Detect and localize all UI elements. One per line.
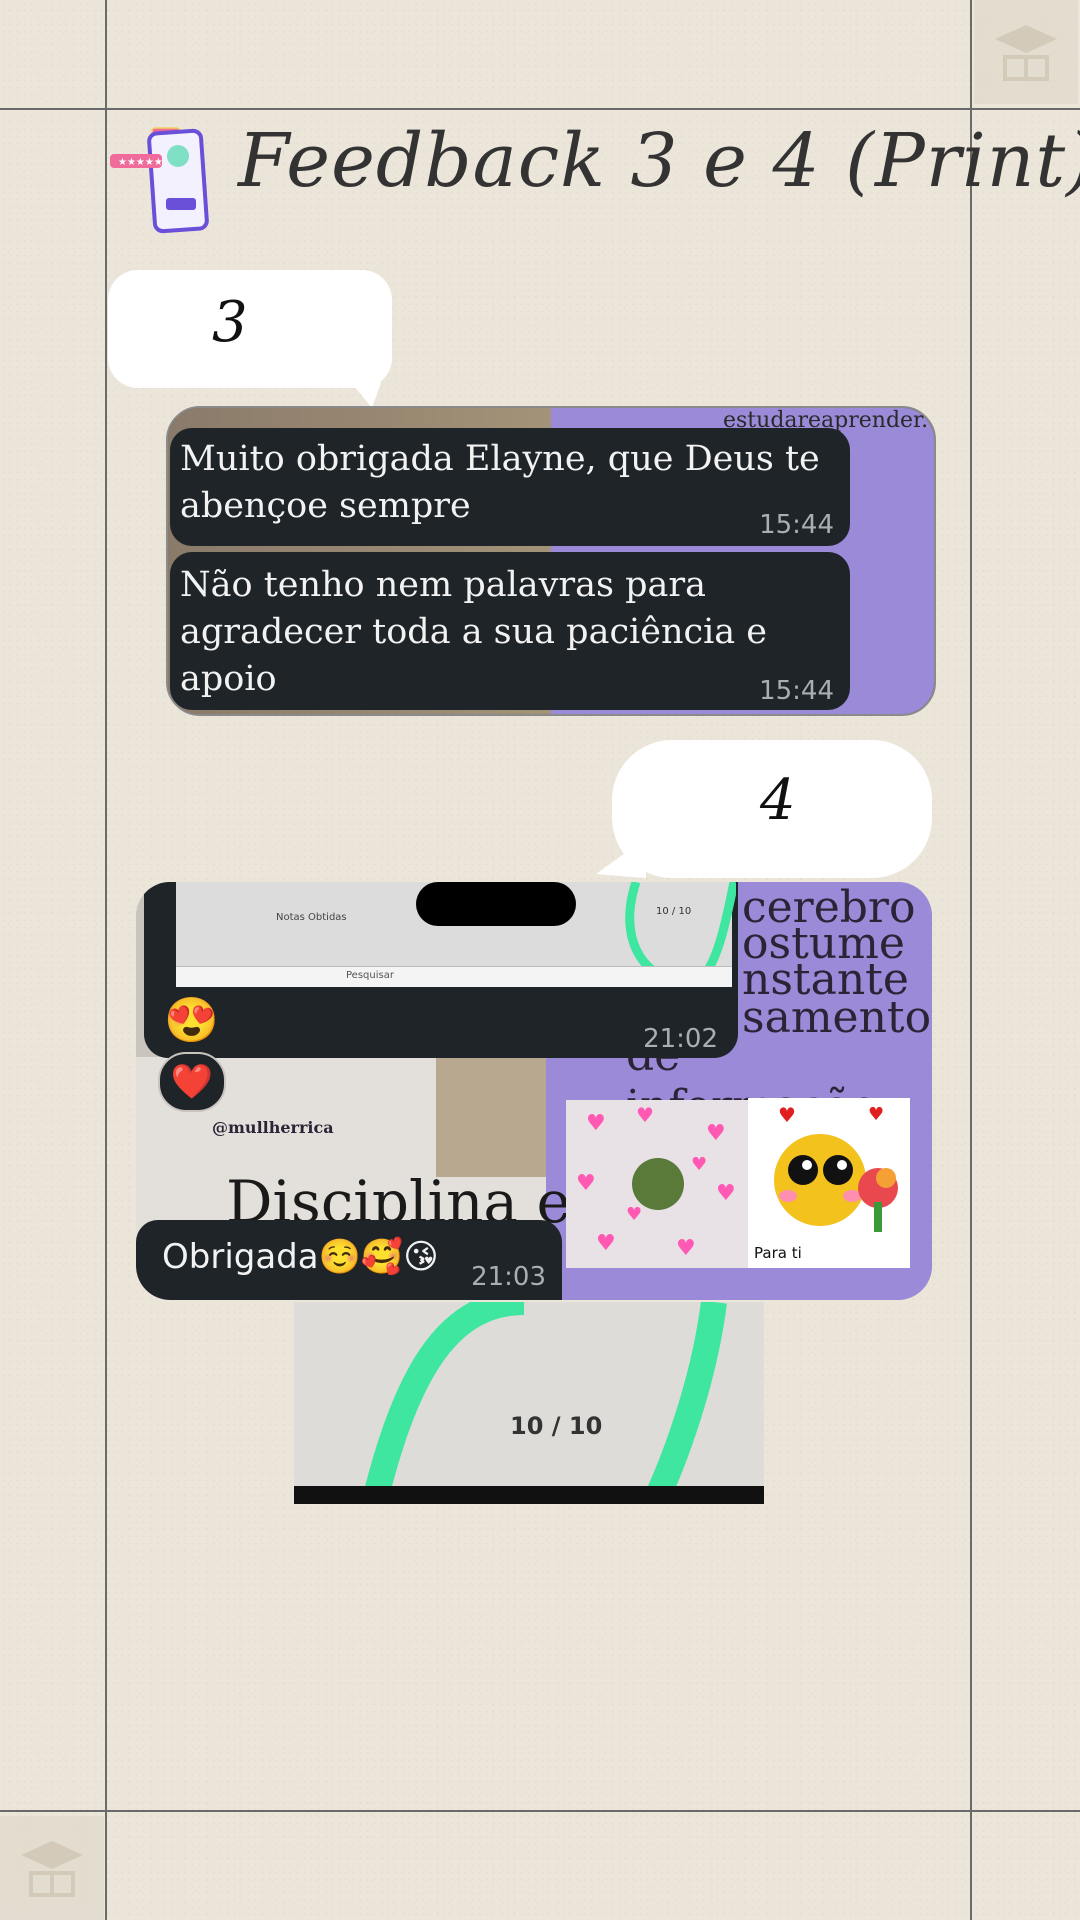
message-text-line2: abençoe sempre [180, 486, 471, 526]
svg-text:♥: ♥ [596, 1231, 616, 1256]
sticker-caption: Para ti [754, 1244, 802, 1262]
redaction-mark [416, 882, 576, 926]
collage-handle: @mullherrica [212, 1118, 334, 1137]
grid-line-left [105, 0, 107, 1920]
message-text-line1: Muito obrigada Elayne, que Deus te [180, 439, 820, 479]
screen-bezel [294, 1486, 764, 1504]
chat-message[interactable]: Obrigada☺️🥰😘 21:03 [136, 1220, 562, 1300]
section-4-label: 4 [760, 768, 796, 833]
heart-reaction[interactable]: ❤️ [158, 1052, 226, 1112]
svg-text:♥: ♥ [868, 1104, 884, 1125]
screenshot-title: Notas Obtidas [276, 912, 347, 923]
feedback-phone-icon: ★★★★★ [108, 126, 212, 238]
grid-line-top [0, 108, 1080, 110]
message-text-line2: agradecer toda a sua paciência e apoio [180, 612, 768, 699]
svg-text:♥: ♥ [716, 1181, 736, 1206]
svg-text:♥: ♥ [691, 1154, 707, 1175]
graduation-book-logo-icon [0, 1816, 104, 1920]
collage-photo [436, 1057, 546, 1177]
chat-message[interactable]: Não tenho nem palavras para agradecer to… [170, 552, 850, 710]
section-3-speech-bubble: 3 [108, 270, 392, 408]
hearts-sticker: ♥ ♥ ♥ ♥ ♥ ♥ ♥ ♥ ♥ [566, 1100, 750, 1268]
taskbar-search[interactable]: Pesquisar [346, 970, 394, 981]
section-4-chat-screenshot: cerebro ostume nstante samento de inform… [136, 882, 932, 1300]
section-3-chat-screenshot: estudareaprender.com Muito obrigada Elay… [166, 406, 936, 716]
message-time: 15:44 [759, 676, 834, 706]
svg-text:★★★★★: ★★★★★ [118, 157, 163, 168]
message-text-line1: Não tenho nem palavras para [180, 565, 706, 605]
graduation-book-logo-icon [974, 0, 1078, 104]
message-text: Obrigada☺️🥰😘 [162, 1237, 439, 1277]
message-time: 15:44 [759, 510, 834, 540]
message-time: 21:03 [471, 1262, 546, 1292]
taskbar: Pesquisar [176, 966, 732, 987]
screenshot-image[interactable]: Notas Obtidas 10 / 10 Pesquisar [176, 882, 736, 987]
score-zoom-image[interactable]: 10 / 10 [294, 1302, 764, 1504]
svg-text:♥: ♥ [586, 1111, 606, 1136]
svg-text:♥: ♥ [706, 1121, 726, 1146]
chat-message[interactable]: Muito obrigada Elayne, que Deus te abenç… [170, 428, 850, 546]
cute-face-sticker: ♥ ♥ Para ti [748, 1098, 910, 1268]
message-time: 21:02 [643, 1024, 718, 1054]
svg-text:♥: ♥ [676, 1236, 696, 1261]
svg-text:♥: ♥ [778, 1103, 796, 1127]
page-title: Feedback 3 e 4 (Print) [238, 118, 1080, 204]
score-text: 10 / 10 [510, 1412, 603, 1440]
svg-text:♥: ♥ [626, 1204, 642, 1225]
grid-line-bottom [0, 1810, 1080, 1812]
grid-line-right [970, 0, 972, 1920]
emoji-text: 😍 [164, 995, 219, 1046]
section-4-speech-bubble: 4 [596, 740, 932, 878]
section-3-label: 3 [212, 290, 248, 355]
svg-text:♥: ♥ [636, 1103, 654, 1127]
svg-text:♥: ♥ [576, 1171, 596, 1196]
chat-message-with-image[interactable]: Notas Obtidas 10 / 10 Pesquisar 😍 21:02 [144, 882, 738, 1058]
